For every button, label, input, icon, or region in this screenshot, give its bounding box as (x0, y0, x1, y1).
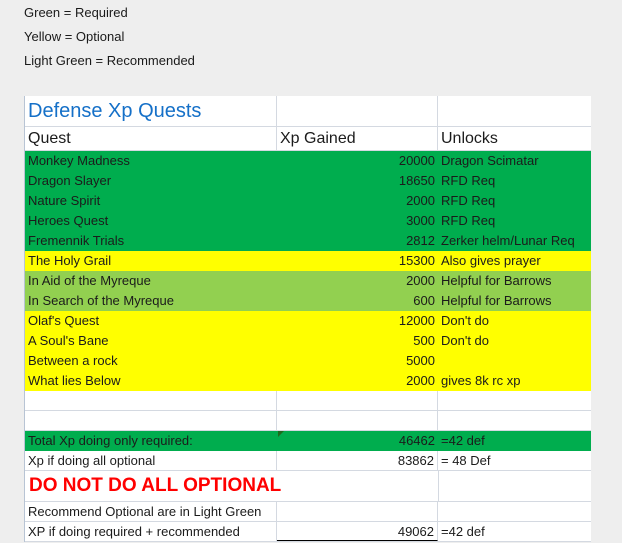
header-row: Quest Xp Gained Unlocks (25, 127, 591, 151)
quest-name-cell[interactable]: Between a rock (25, 351, 277, 371)
unlocks-cell[interactable]: Zerker helm/Lunar Req (438, 231, 591, 251)
summary-all-optional-level[interactable]: = 48 Def (438, 451, 591, 470)
unlocks-cell[interactable]: Don't do (438, 311, 591, 331)
quest-row-required: Nature Spirit 2000 RFD Req (25, 191, 591, 211)
summary-recommended-xp[interactable]: 49062 (277, 522, 438, 541)
summary-required-xp[interactable]: 46462 (277, 431, 438, 451)
quest-name-cell[interactable]: Fremennik Trials (25, 231, 277, 251)
summary-required-level[interactable]: =42 def (438, 431, 591, 451)
unlocks-cell[interactable]: Also gives prayer (438, 251, 591, 271)
empty-cell[interactable] (438, 96, 591, 126)
quest-row-optional: A Soul's Bane 500 Don't do (25, 331, 591, 351)
warning-text[interactable]: DO NOT DO ALL OPTIONAL (25, 471, 438, 501)
quest-row-required: Heroes Quest 3000 RFD Req (25, 211, 591, 231)
empty-cell[interactable] (438, 391, 591, 410)
quest-name-cell[interactable]: Monkey Madness (25, 151, 277, 171)
empty-cell[interactable] (25, 391, 277, 410)
warning-row: DO NOT DO ALL OPTIONAL (25, 471, 591, 502)
quest-name-cell[interactable]: Olaf's Quest (25, 311, 277, 331)
quest-name-cell[interactable]: Heroes Quest (25, 211, 277, 231)
summary-all-optional-row: Xp if doing all optional 83862 = 48 Def (25, 451, 591, 471)
empty-cell[interactable] (277, 411, 438, 430)
unlocks-cell[interactable] (438, 351, 591, 371)
blank-row (25, 391, 591, 411)
error-indicator-icon (278, 431, 284, 437)
recommend-note[interactable]: Recommend Optional are in Light Green (25, 502, 277, 521)
unlocks-cell[interactable]: Helpful for Barrows (438, 291, 591, 311)
legend-required: Green = Required (24, 5, 128, 20)
empty-cell[interactable] (277, 502, 438, 521)
unlocks-cell[interactable]: Dragon Scimatar (438, 151, 591, 171)
xp-gained-cell[interactable]: 3000 (277, 211, 438, 231)
quest-name-cell[interactable]: Nature Spirit (25, 191, 277, 211)
xp-gained-cell[interactable]: 2000 (277, 371, 438, 391)
quest-row-recommended: In Search of the Myreque 600 Helpful for B… (25, 291, 591, 311)
quest-row-required: Dragon Slayer 18650 RFD Req (25, 171, 591, 191)
xp-gained-cell[interactable]: 18650 (277, 171, 438, 191)
legend-recommended: Light Green = Recommended (24, 53, 195, 68)
header-unlocks[interactable]: Unlocks (438, 127, 591, 150)
unlocks-cell[interactable]: gives 8k rc xp (438, 371, 591, 391)
xp-gained-cell[interactable]: 5000 (277, 351, 438, 371)
recommend-note-row: Recommend Optional are in Light Green (25, 502, 591, 522)
quest-name-cell[interactable]: In Search of the Myreque (25, 291, 277, 311)
empty-cell[interactable] (438, 471, 591, 501)
header-xp-gained[interactable]: Xp Gained (277, 127, 438, 150)
blank-row (25, 411, 591, 431)
quest-name-cell[interactable]: In Aid of the Myreque (25, 271, 277, 291)
quest-name-cell[interactable]: Dragon Slayer (25, 171, 277, 191)
quest-row-required: Monkey Madness 20000 Dragon Scimatar (25, 151, 591, 171)
empty-cell[interactable] (438, 411, 591, 430)
quest-row-recommended: In Aid of the Myreque 2000 Helpful for Bar… (25, 271, 591, 291)
unlocks-cell[interactable]: RFD Req (438, 171, 591, 191)
summary-recommended-row: XP if doing required + recommended 49062… (25, 522, 591, 542)
sheet-title[interactable]: Defense Xp Quests (25, 96, 277, 126)
xp-gained-cell[interactable]: 500 (277, 331, 438, 351)
summary-recommended-level[interactable]: =42 def (438, 522, 591, 541)
empty-cell[interactable] (438, 502, 591, 521)
empty-cell[interactable] (25, 411, 277, 430)
quest-name-cell[interactable]: A Soul's Bane (25, 331, 277, 351)
legend-optional: Yellow = Optional (24, 29, 125, 44)
quest-row-optional: What lies Below 2000 gives 8k rc xp (25, 371, 591, 391)
quest-rows: Monkey Madness 20000 Dragon Scimatar Dragon… (25, 151, 591, 391)
quest-row-optional: Olaf's Quest 12000 Don't do (25, 311, 591, 331)
quest-name-cell[interactable]: What lies Below (25, 371, 277, 391)
xp-gained-cell[interactable]: 2812 (277, 231, 438, 251)
quest-row-optional: The Holy Grail 15300 Also gives prayer (25, 251, 591, 271)
summary-all-optional-label[interactable]: Xp if doing all optional (25, 451, 277, 470)
quest-row-required: Fremennik Trials 2812 Zerker helm/Lunar Re… (25, 231, 591, 251)
quest-row-optional: Between a rock 5000 (25, 351, 591, 371)
unlocks-cell[interactable]: RFD Req (438, 211, 591, 231)
title-row: Defense Xp Quests (25, 96, 591, 127)
unlocks-cell[interactable]: Helpful for Barrows (438, 271, 591, 291)
xp-gained-cell[interactable]: 2000 (277, 271, 438, 291)
empty-cell[interactable] (277, 391, 438, 410)
summary-required-row: Total Xp doing only required: 46462 =42 … (25, 431, 591, 451)
summary-all-optional-xp[interactable]: 83862 (277, 451, 438, 470)
header-quest[interactable]: Quest (25, 127, 277, 150)
quest-spreadsheet: Defense Xp Quests Quest Xp Gained Unlock… (24, 96, 591, 542)
xp-gained-cell[interactable]: 2000 (277, 191, 438, 211)
xp-gained-cell[interactable]: 20000 (277, 151, 438, 171)
xp-gained-cell[interactable]: 12000 (277, 311, 438, 331)
xp-gained-cell[interactable]: 600 (277, 291, 438, 311)
summary-required-label[interactable]: Total Xp doing only required: (25, 431, 277, 451)
unlocks-cell[interactable]: RFD Req (438, 191, 591, 211)
quest-name-cell[interactable]: The Holy Grail (25, 251, 277, 271)
xp-gained-cell[interactable]: 15300 (277, 251, 438, 271)
summary-recommended-label[interactable]: XP if doing required + recommended (25, 522, 277, 541)
empty-cell[interactable] (277, 96, 438, 126)
unlocks-cell[interactable]: Don't do (438, 331, 591, 351)
